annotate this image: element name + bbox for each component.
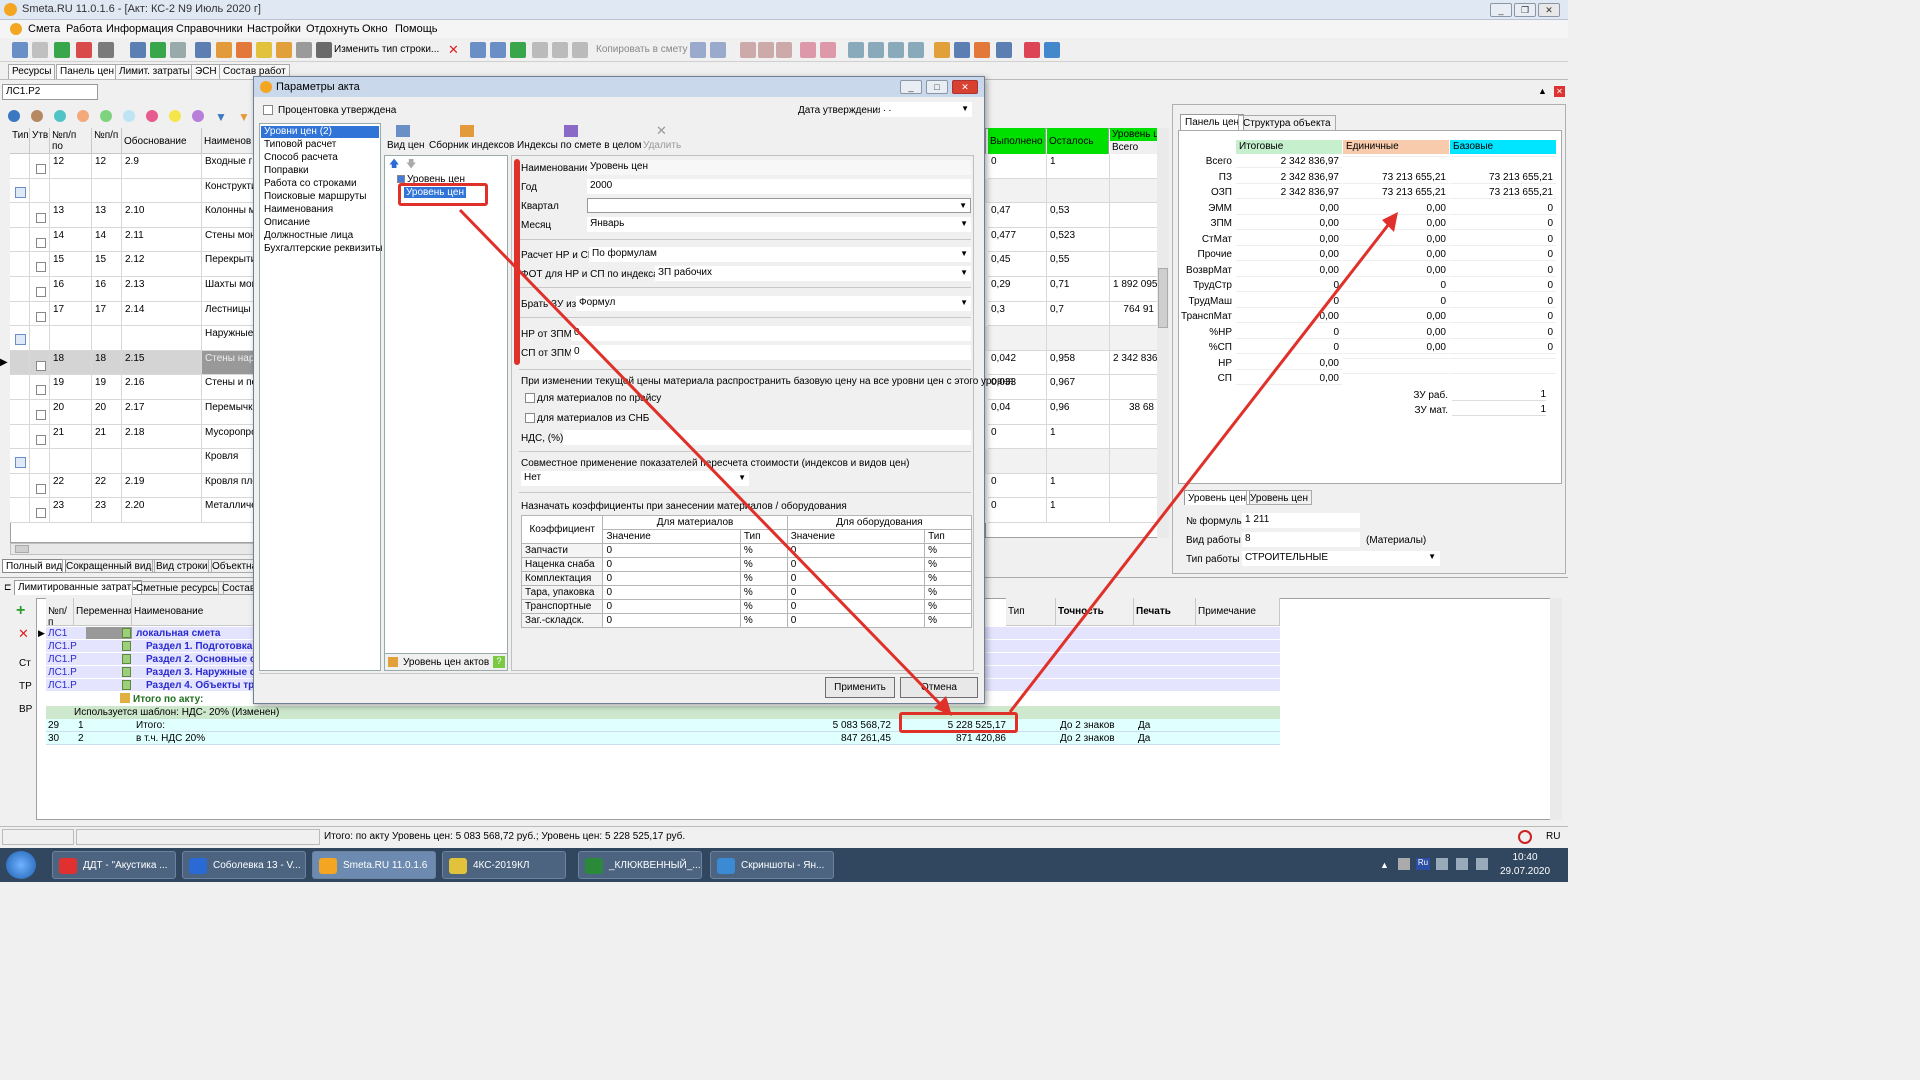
arrow-level-to-total	[458, 208, 948, 712]
taskbar-app-icon	[59, 858, 77, 874]
clock-time: 10:40	[1512, 852, 1538, 863]
taskbar-item[interactable]: Smeta.RU 11.0.1.6	[312, 851, 436, 879]
taskbar-item-label: Smeta.RU 11.0.1.6	[343, 860, 428, 871]
tray-up-icon[interactable]: ▲	[1380, 860, 1389, 870]
taskbar-item[interactable]: _КЛЮКВЕННЫЙ_...	[578, 851, 702, 879]
tray-b-icon[interactable]	[1456, 858, 1468, 870]
taskbar-item[interactable]: Соболевка 13 - V...	[182, 851, 306, 879]
taskbar-item-label: ДДТ - "Акустика ...	[83, 860, 168, 871]
taskbar-app-icon	[449, 858, 467, 874]
taskbar-app-icon	[717, 858, 735, 874]
taskbar-item-label: Скриншоты - Ян...	[741, 860, 825, 871]
start-button-icon[interactable]	[6, 851, 36, 879]
taskbar-item[interactable]: Скриншоты - Ян...	[710, 851, 834, 879]
tray-lang-icon[interactable]: Ru	[1416, 858, 1430, 870]
taskbar-app-icon	[319, 858, 337, 874]
taskbar-app-icon	[189, 858, 207, 874]
arrow-total-to-price	[1008, 219, 1394, 713]
clock-date: 29.07.2020	[1500, 866, 1551, 877]
tray-network-icon[interactable]	[1398, 858, 1410, 870]
taskbar-item-label: _КЛЮКВЕННЫЙ_...	[609, 860, 701, 871]
annotation-arrows	[458, 208, 1398, 716]
taskbar-item-label: 4КС-2019КЛ	[473, 860, 530, 871]
taskbar-item[interactable]: ДДТ - "Акустика ...	[52, 851, 176, 879]
tray-volume-icon[interactable]	[1476, 858, 1488, 870]
taskbar-item-label: Соболевка 13 - V...	[213, 860, 301, 871]
tray-a-icon[interactable]	[1436, 858, 1448, 870]
taskbar-item[interactable]: 4КС-2019КЛ	[442, 851, 566, 879]
taskbar-app-icon	[585, 858, 603, 874]
taskbar: ДДТ - "Акустика ... Соболевка 13 - V... Sm…	[0, 848, 1568, 882]
